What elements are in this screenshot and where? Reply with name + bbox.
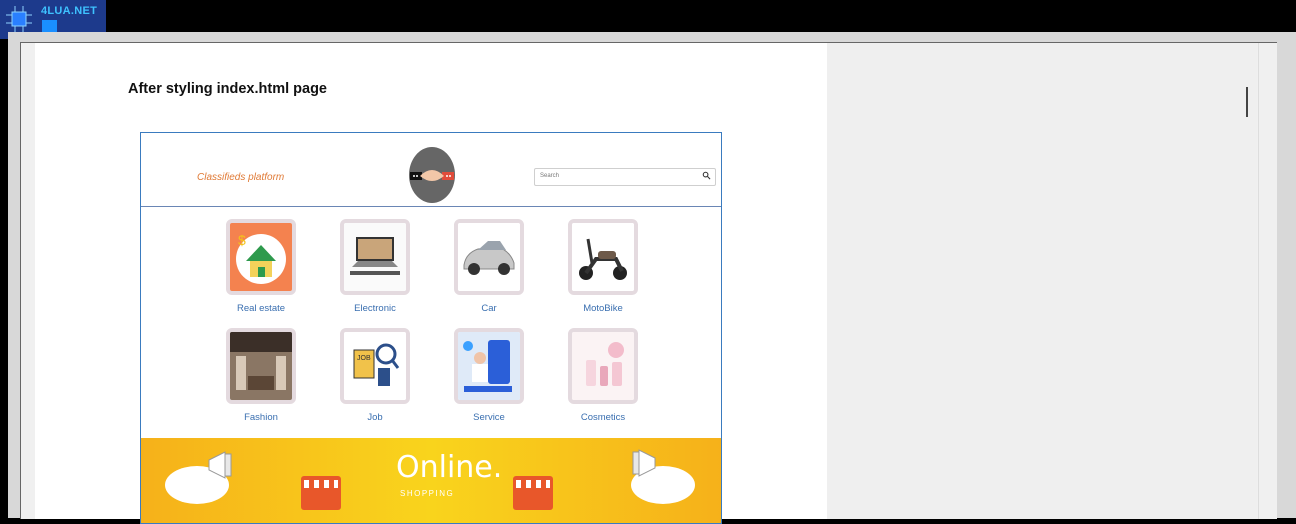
shop-icon	[301, 476, 341, 510]
megaphone-icon	[208, 451, 232, 479]
category-service[interactable]: Service	[441, 328, 537, 423]
vertical-scrollbar[interactable]	[1258, 43, 1277, 519]
shop-icon	[513, 476, 553, 510]
document-window: After styling index.html page Classified…	[20, 42, 1277, 524]
handshake-logo-icon[interactable]	[408, 146, 456, 204]
category-label: Car	[481, 303, 497, 314]
scooter-icon	[568, 219, 638, 295]
text-cursor	[1246, 87, 1248, 117]
online-shopping-banner[interactable]: Online. SHOPPING	[141, 438, 721, 523]
website-screenshot: Classifieds platform Search $ Real estat…	[140, 132, 722, 524]
brand-text[interactable]: Classifieds platform	[197, 172, 284, 183]
side-panel	[827, 43, 1257, 519]
category-car[interactable]: Car	[441, 219, 537, 314]
category-label: Service	[473, 412, 505, 423]
category-label: Fashion	[244, 412, 278, 423]
megaphone-icon	[632, 449, 656, 477]
phone-service-icon	[454, 328, 524, 404]
search-placeholder: Search	[540, 173, 560, 179]
category-fashion[interactable]: Fashion	[213, 328, 309, 423]
cosmetics-icon	[568, 328, 638, 404]
house-icon: $	[226, 219, 296, 295]
category-label: Real estate	[236, 303, 286, 314]
banner-subtitle: SHOPPING	[400, 489, 455, 498]
category-real-estate[interactable]: $ Real estate	[213, 219, 309, 314]
document-page: After styling index.html page Classified…	[35, 43, 827, 524]
category-electronic[interactable]: Electronic	[327, 219, 423, 314]
site-logo-text: 4LUA.NET	[41, 5, 98, 17]
category-job[interactable]: JOB Job	[327, 328, 423, 423]
category-cosmetics[interactable]: Cosmetics	[555, 328, 651, 423]
search-input[interactable]: Search	[534, 168, 716, 186]
svg-text:$: $	[238, 232, 246, 248]
category-motobike[interactable]: MotoBike	[555, 219, 651, 314]
category-label: Cosmetics	[580, 412, 626, 423]
page-heading: After styling index.html page	[128, 81, 327, 97]
laptop-icon	[340, 219, 410, 295]
category-label: Job	[367, 412, 383, 423]
search-icon[interactable]	[702, 171, 711, 180]
category-label: Electronic	[354, 303, 396, 314]
category-label: MotoBike	[583, 303, 623, 314]
site-header: Classifieds platform Search	[141, 133, 721, 207]
svg-text:JOB: JOB	[357, 355, 371, 362]
job-search-icon: JOB	[340, 328, 410, 404]
car-icon	[454, 219, 524, 295]
circuit-chip-icon	[6, 6, 32, 32]
banner-title: Online.	[396, 450, 503, 485]
clothes-store-icon	[226, 328, 296, 404]
